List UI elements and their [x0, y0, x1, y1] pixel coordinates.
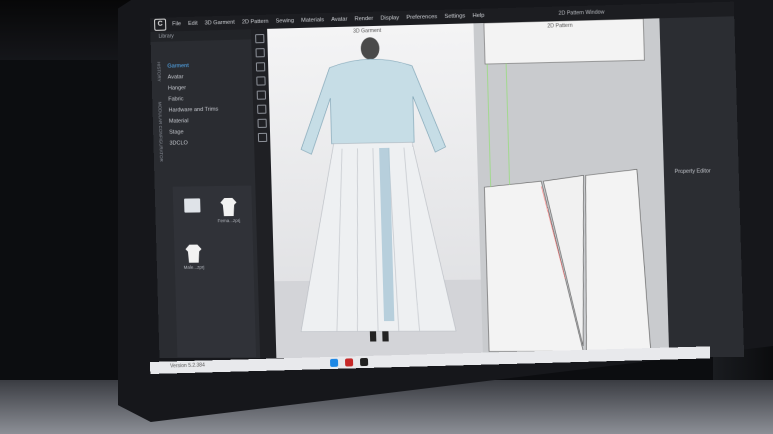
avatar-tool-icon[interactable] [257, 133, 266, 142]
thumbnail-caption: Male...zprj [181, 265, 207, 270]
version-label: Version 5.2.384 [170, 362, 205, 369]
menu-file[interactable]: File [172, 21, 181, 27]
menu-preferences[interactable]: Preferences [406, 14, 437, 21]
menu-materials[interactable]: Materials [301, 17, 324, 24]
library-item-hardware[interactable]: Hardware and Trims [168, 105, 218, 117]
monitor-screen: C File Edit 3D Garment 2D Pattern Sewing… [150, 2, 744, 358]
thumbnail-male[interactable]: Male...zprj [180, 245, 207, 270]
pdf-icon[interactable] [345, 358, 353, 366]
library-tab[interactable]: Library [150, 33, 181, 40]
view-3d-label: 3D Garment [353, 28, 381, 35]
move-tool-icon[interactable] [255, 48, 264, 57]
select-tool-icon[interactable] [255, 34, 264, 43]
thumbnail-caption: Fema...zprj [216, 218, 242, 223]
property-editor-panel: Property Editor [659, 16, 744, 357]
menu-avatar[interactable]: Avatar [331, 17, 347, 24]
tshirt-icon [185, 245, 202, 263]
library-thumbnails: Fema...zprj Male...zprj [173, 186, 256, 358]
menu-3d-garment[interactable]: 3D Garment [205, 20, 235, 27]
menu-2d-pattern[interactable]: 2D Pattern [242, 19, 269, 26]
browser-icon[interactable] [330, 359, 338, 367]
simulate-tool-icon[interactable] [257, 105, 266, 114]
library-item-stage[interactable]: Stage [169, 127, 219, 139]
menu-edit[interactable]: Edit [188, 21, 198, 27]
configurator-tab[interactable]: MODULAR CONFIGURATOR [154, 102, 166, 232]
texture-tool-icon[interactable] [257, 119, 266, 128]
folder-icon [184, 198, 200, 212]
library-item-3dclo[interactable]: 3DCLO [169, 138, 219, 150]
menu-render[interactable]: Render [355, 16, 374, 23]
property-editor-title: Property Editor [675, 168, 739, 175]
pin-tool-icon[interactable] [255, 62, 264, 71]
fold-tool-icon[interactable] [256, 76, 265, 85]
menu-display[interactable]: Display [380, 15, 399, 22]
app-logo-icon: C [154, 19, 166, 31]
clo-taskbar-icon[interactable] [360, 358, 368, 366]
menu-sewing[interactable]: Sewing [276, 18, 295, 25]
menu-settings[interactable]: Settings [444, 13, 465, 20]
garment-3d-view[interactable]: 3D Garment [267, 23, 483, 358]
tshirt-icon [220, 198, 237, 216]
library-panel: Library HISTORY MODULAR CONFIGURATOR Gar… [150, 29, 261, 358]
view-2d-label: 2D Pattern [547, 23, 573, 30]
pattern-pieces [473, 18, 669, 357]
measure-tool-icon[interactable] [256, 90, 265, 99]
thumbnail-folder[interactable] [179, 198, 206, 214]
garment-model [267, 23, 483, 358]
menu-help[interactable]: Help [473, 13, 485, 19]
library-list: Garment Avatar Hanger Fabric Hardware an… [167, 60, 219, 149]
thumbnail-female[interactable]: Fema...zprj [215, 198, 242, 223]
window-title: 2D Pattern Window [558, 9, 604, 16]
pattern-2d-view[interactable]: 2D Pattern [473, 18, 669, 357]
